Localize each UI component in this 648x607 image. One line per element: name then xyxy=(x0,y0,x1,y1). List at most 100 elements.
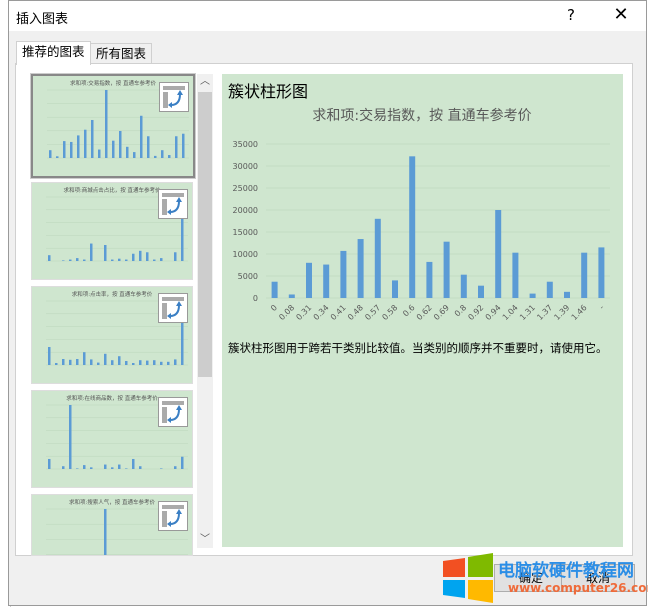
chart-thumbnail[interactable]: 求和项:搜索人气，按 直通车参考价 xyxy=(31,494,193,556)
bar xyxy=(512,252,519,298)
switch-row-column-icon[interactable] xyxy=(159,82,189,112)
thumbnail-bar xyxy=(69,405,72,469)
thumbnail-bar xyxy=(112,140,115,158)
bar xyxy=(323,264,330,298)
x-tick-label: 0.48 xyxy=(346,303,365,322)
thumbnail-bar xyxy=(132,363,135,365)
title-bar: 插入图表 ? ✕ xyxy=(9,1,646,31)
chart-thumbnail[interactable]: 求和项:点击率，按 直通车参考价 xyxy=(31,286,193,384)
thumbnail-bar xyxy=(139,466,142,469)
thumbnail-bar xyxy=(62,359,65,365)
thumbnail-scrollbar[interactable]: ︿ ﹀ xyxy=(197,74,213,548)
thumbnail-bar xyxy=(49,150,52,158)
chart-thumbnail[interactable]: 求和项:交易指数，按 直通车参考价 xyxy=(31,74,195,178)
thumbnail-bar xyxy=(77,135,80,158)
thumbnail-bar xyxy=(118,464,121,469)
thumbnail-bar xyxy=(174,359,177,365)
thumbnail-bar xyxy=(118,258,121,261)
y-tick-label: 35000 xyxy=(233,140,258,149)
bar xyxy=(306,262,312,298)
y-tick-label: 25000 xyxy=(233,184,258,193)
thumbnail-bar xyxy=(76,468,79,469)
thumbnail-bar xyxy=(140,115,143,158)
thumbnail-bar xyxy=(174,252,177,261)
thumbnail-bar xyxy=(139,250,142,261)
thumbnail-bar xyxy=(76,359,79,365)
thumbnail-bar xyxy=(139,360,142,365)
preview-chart: 求和项:交易指数，按 直通车参考价 0 5000 10000 15000 20000 250… xyxy=(233,107,610,322)
x-tick-label: 0.31 xyxy=(294,303,313,322)
bar xyxy=(495,210,502,298)
thumbnail-bar xyxy=(83,465,86,469)
chart-title: 求和项:交易指数，按 直通车参考价 xyxy=(312,107,531,124)
thumbnail-bar xyxy=(146,252,149,261)
y-tick-label: 10000 xyxy=(233,250,258,259)
thumbnail-bar xyxy=(167,361,170,365)
thumbnail-bar xyxy=(161,150,164,158)
bar xyxy=(392,280,398,298)
y-tick-label: 20000 xyxy=(233,206,258,215)
thumbnail-bar xyxy=(62,466,65,469)
x-tick-label: 0.57 xyxy=(363,303,382,322)
thumbnail-bar xyxy=(56,156,59,158)
x-tick-label: 1.46 xyxy=(570,303,589,322)
thumbnail-bar xyxy=(55,363,58,365)
thumbnail-bar xyxy=(153,360,156,365)
help-button[interactable]: ? xyxy=(567,6,575,24)
tab-recommended-charts[interactable]: 推荐的图表 xyxy=(16,41,91,65)
thumbnail-bar xyxy=(90,359,93,365)
x-tick-label: - xyxy=(597,303,605,311)
thumbnail-bar xyxy=(160,361,163,365)
thumbnail-bar xyxy=(132,458,135,469)
chart-thumbnail[interactable]: 求和项:商城点击占比，按 直通车参考价 xyxy=(31,182,193,280)
thumbnail-bar xyxy=(160,468,163,469)
y-tick-label: 15000 xyxy=(233,228,258,237)
bar xyxy=(581,252,588,298)
thumbnail-bar xyxy=(182,133,185,158)
thumbnail-bar xyxy=(90,467,93,469)
bar xyxy=(478,285,484,298)
switch-row-column-icon[interactable] xyxy=(158,293,188,323)
thumbnail-bar xyxy=(84,129,87,158)
thumbnail-bar xyxy=(62,260,65,261)
thumbnail-bar xyxy=(175,136,178,158)
bar xyxy=(340,250,347,298)
x-tick-label: 0.69 xyxy=(432,303,451,322)
thumbnail-bar xyxy=(104,353,107,365)
x-tick-label: 1.39 xyxy=(552,303,571,322)
bar xyxy=(460,274,467,298)
switch-row-column-icon[interactable] xyxy=(158,189,188,219)
watermark-url: www.computer26.com xyxy=(508,581,648,595)
watermark-text: 电脑软硬件教程网 xyxy=(498,561,634,581)
thumbnail-bar xyxy=(111,360,114,365)
switch-row-column-icon[interactable] xyxy=(158,397,188,427)
x-tick-label: 0.41 xyxy=(329,303,348,322)
switch-row-column-icon[interactable] xyxy=(158,501,188,531)
thumbnail-bar xyxy=(125,361,128,365)
scroll-up-icon[interactable]: ︿ xyxy=(197,74,213,90)
y-tick-label: 0 xyxy=(253,294,258,303)
x-tick-label: 0.94 xyxy=(484,303,503,322)
close-button[interactable]: ✕ xyxy=(609,4,633,25)
thumbnail-bar xyxy=(70,141,73,158)
thumbnail-bar xyxy=(104,509,107,555)
thumbnail-bar xyxy=(105,90,108,158)
bar xyxy=(564,291,570,298)
thumbnail-bar xyxy=(133,152,136,158)
chart-preview: 簇状柱形图 求和项:交易指数，按 直通车参考价 0 5000 10000 15000 20… xyxy=(222,74,623,547)
thumbnail-bar xyxy=(98,149,101,158)
thumbnail-bar xyxy=(153,259,156,261)
thumbnail-bar xyxy=(154,155,157,158)
scroll-down-icon[interactable]: ﹀ xyxy=(197,532,213,548)
chart-thumbnail[interactable]: 求和项:在线商品数，按 直通车参考价 xyxy=(31,390,193,488)
tab-all-charts[interactable]: 所有图表 xyxy=(90,43,153,64)
x-tick-label: 1.37 xyxy=(535,303,554,322)
x-tick-label: 0.92 xyxy=(466,303,485,322)
thumbnail-bar xyxy=(125,468,128,469)
scroll-thumb[interactable] xyxy=(198,92,212,377)
thumbnail-bar xyxy=(160,258,163,261)
thumbnail-bar xyxy=(111,259,114,261)
thumbnail-bar xyxy=(48,347,51,365)
bar xyxy=(409,156,416,298)
watermark: 电脑软硬件教程网 www.computer26.com xyxy=(443,553,648,603)
